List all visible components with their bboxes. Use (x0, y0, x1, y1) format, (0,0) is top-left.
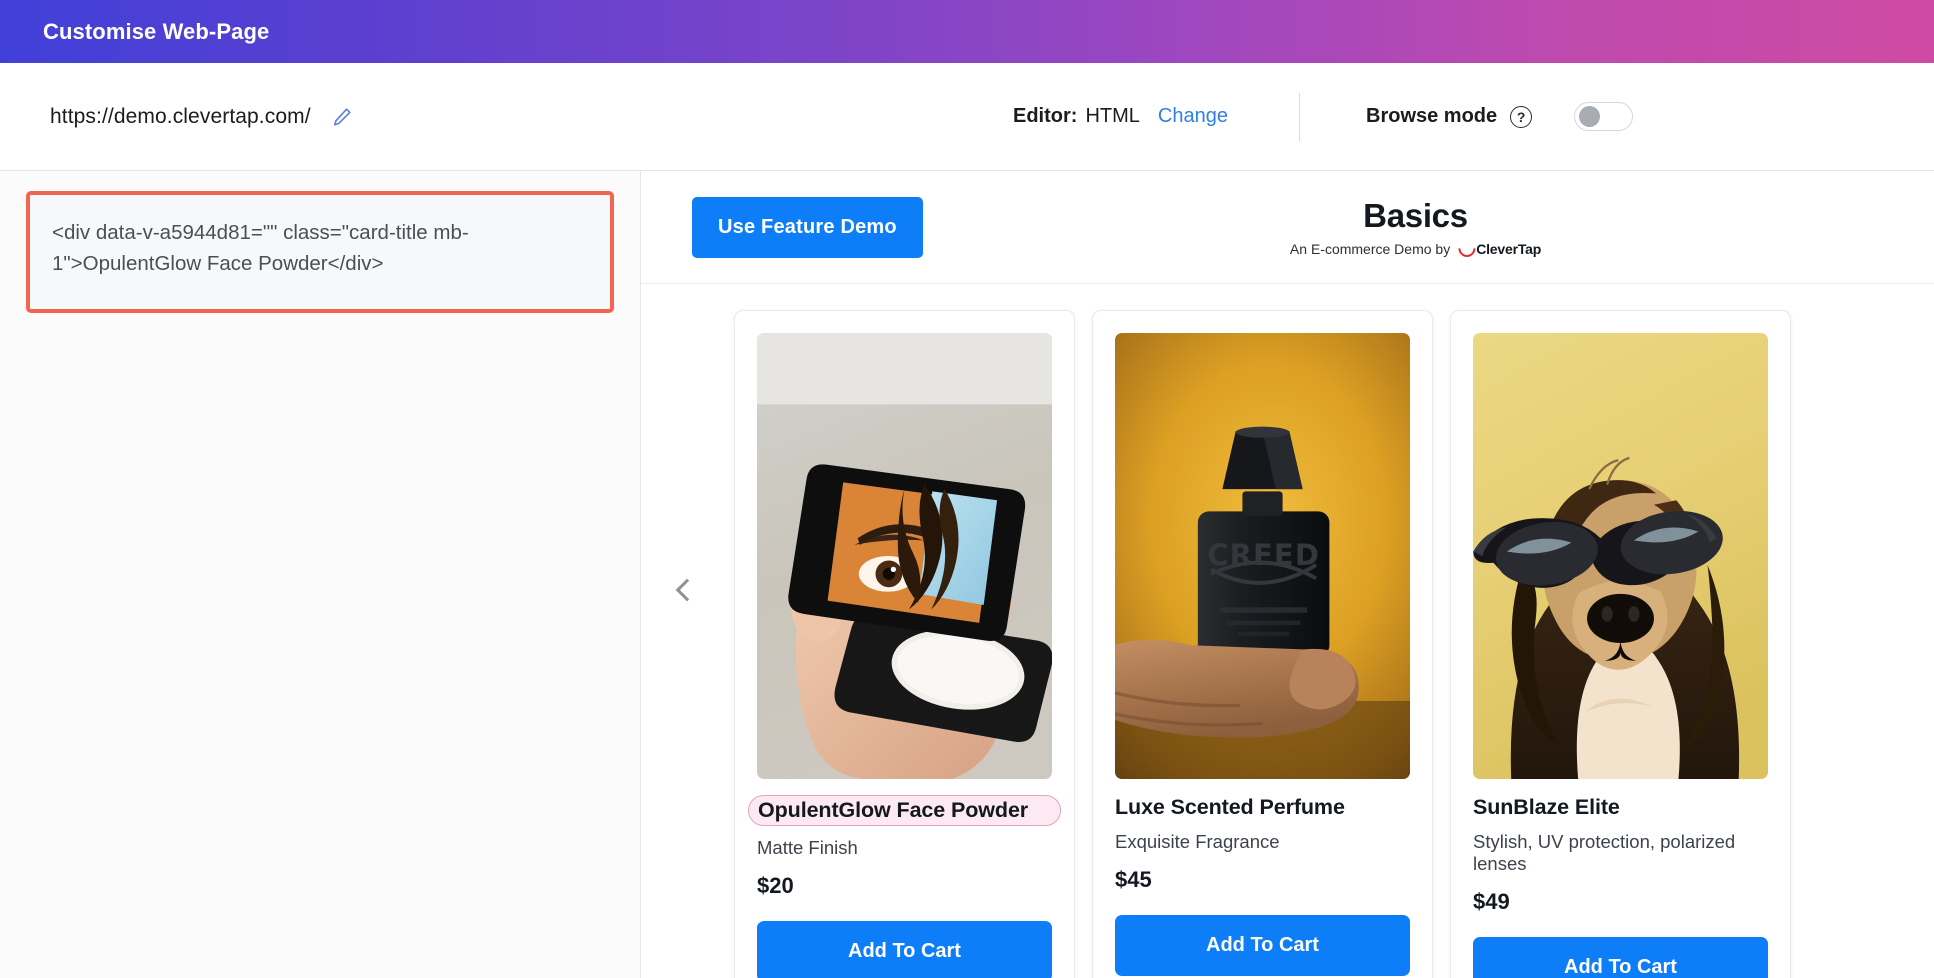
product-card[interactable]: CREED Luxe Scented Perfume Exquisite Fra… (1092, 310, 1433, 978)
editor-label: Editor: (1013, 105, 1078, 127)
product-description: Exquisite Fragrance (1115, 831, 1280, 852)
webpage-preview: Use Feature Demo Basics An E-commerce De… (641, 171, 1934, 978)
code-editor-panel: <div data-v-a5944d81="" class="card-titl… (0, 171, 641, 978)
product-price: $20 (757, 873, 794, 898)
preview-header: Use Feature Demo Basics An E-commerce De… (641, 171, 1934, 284)
code-snippet: <div data-v-a5944d81="" class="card-titl… (52, 221, 469, 276)
chevron-left-icon (675, 578, 699, 602)
site-subtitle: An E-commerce Demo by (1289, 240, 1451, 257)
browse-mode-label: Browse mode (1366, 105, 1498, 127)
browse-mode-toggle[interactable] (1574, 102, 1634, 131)
add-to-cart-button[interactable]: Add To Cart (1473, 937, 1768, 978)
product-carousel: OpulentGlow Face Powder Matte Finish $20… (641, 284, 1934, 978)
site-branding: Basics An E-commerce Demo by CleverTap (1289, 196, 1542, 261)
add-to-cart-button[interactable]: Add To Cart (1115, 915, 1410, 976)
window-title-bar: Customise Web-Page (0, 0, 1934, 63)
clevertap-arc-icon (1454, 236, 1479, 261)
main-body: <div data-v-a5944d81="" class="card-titl… (0, 171, 1934, 978)
add-to-cart-button[interactable]: Add To Cart (757, 921, 1052, 978)
product-card[interactable]: OpulentGlow Face Powder Matte Finish $20… (734, 310, 1075, 978)
use-feature-demo-button[interactable]: Use Feature Demo (692, 196, 923, 258)
editor-value: HTML (1085, 105, 1140, 127)
pencil-icon[interactable] (331, 106, 353, 128)
product-card[interactable]: SunBlaze Elite Stylish, UV protection, p… (1450, 310, 1791, 978)
site-title: Basics (1363, 196, 1468, 234)
product-price: $49 (1473, 889, 1510, 914)
url-group: https://demo.clevertap.com/ (50, 105, 353, 129)
browse-mode-group: Browse mode ? (1366, 102, 1634, 131)
product-price: $45 (1115, 867, 1152, 892)
carousel-prev-button[interactable] (641, 310, 733, 870)
window-title: Customise Web-Page (43, 18, 270, 44)
clevertap-logo: CleverTap (1454, 236, 1542, 261)
change-editor-link[interactable]: Change (1158, 105, 1228, 128)
help-icon[interactable]: ? (1510, 105, 1533, 128)
product-title[interactable]: SunBlaze Elite (1473, 795, 1768, 820)
product-title[interactable]: Luxe Scented Perfume (1115, 795, 1410, 820)
editor-type-group: Editor: HTML Change (1013, 105, 1228, 128)
product-image (757, 333, 1052, 779)
toolbar-divider (1299, 93, 1300, 141)
product-title[interactable]: OpulentGlow Face Powder (748, 795, 1061, 826)
editor-toolbar: https://demo.clevertap.com/ Editor: HTML… (0, 63, 1934, 171)
product-image: CREED (1115, 333, 1410, 779)
page-url: https://demo.clevertap.com/ (50, 104, 311, 128)
product-card-list: OpulentGlow Face Powder Matte Finish $20… (733, 310, 1791, 978)
clevertap-wordmark: CleverTap (1476, 240, 1542, 257)
site-subtitle-row: An E-commerce Demo by CleverTap (1289, 236, 1542, 261)
selected-element-code-box[interactable]: <div data-v-a5944d81="" class="card-titl… (26, 191, 614, 313)
product-image (1473, 333, 1768, 779)
toggle-knob (1579, 106, 1601, 127)
product-description: Matte Finish (757, 837, 858, 858)
product-description: Stylish, UV protection, polarized lenses (1473, 831, 1736, 874)
